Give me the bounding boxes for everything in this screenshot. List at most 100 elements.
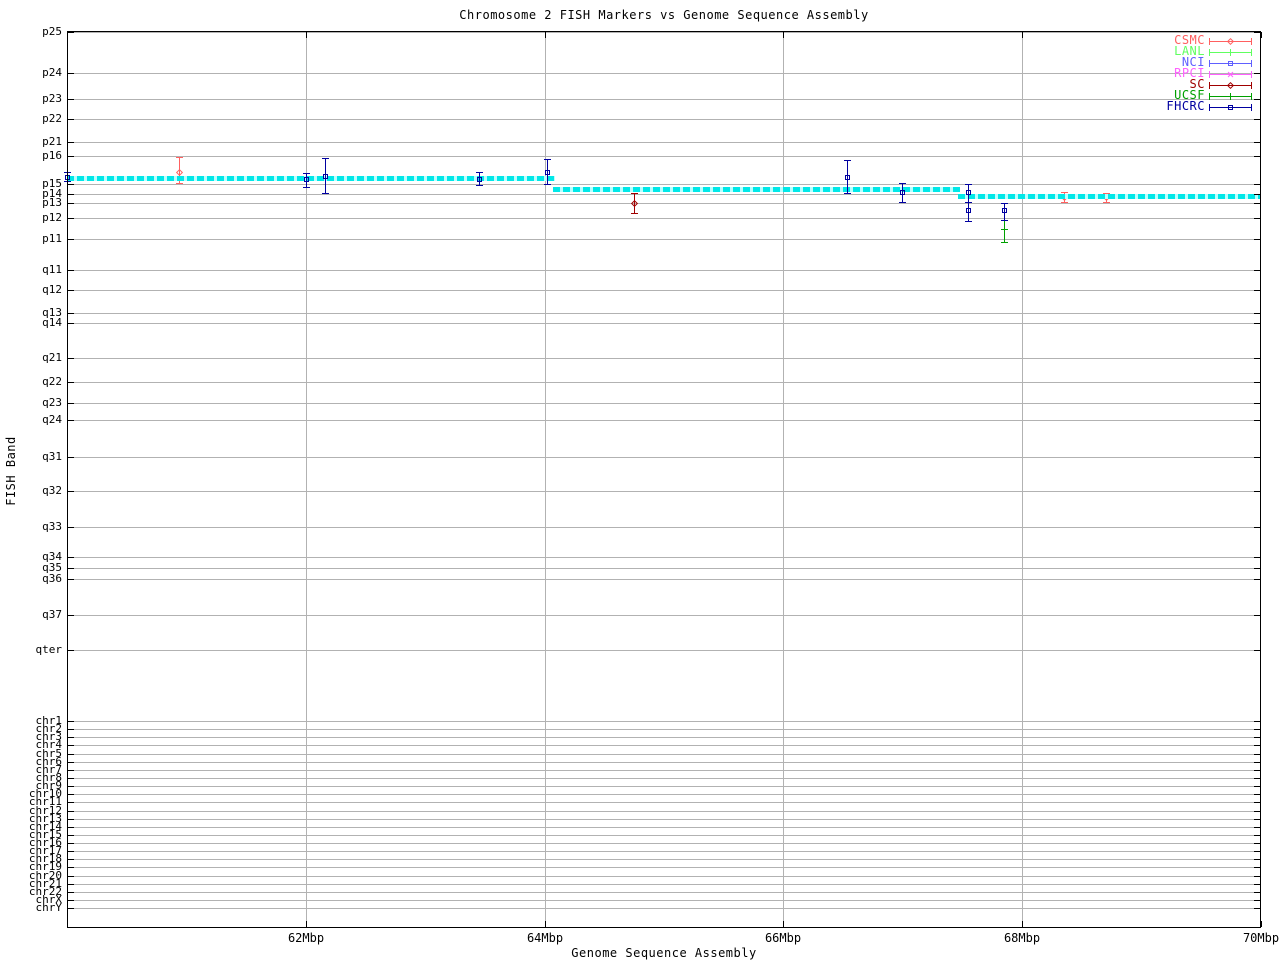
y-axis-tick-right xyxy=(1254,457,1260,458)
ytick-label-q11: q11 xyxy=(42,263,62,276)
ytick-label-p16: p16 xyxy=(42,149,62,162)
legend-sample-cap-right-UCSF xyxy=(1251,93,1252,100)
y-axis-tick-left xyxy=(68,403,74,404)
y-axis-tick-left xyxy=(68,420,74,421)
ytick-label-p25: p25 xyxy=(42,25,62,38)
x-axis-tick-bottom xyxy=(545,921,546,927)
y-axis-tick-right xyxy=(1254,811,1260,812)
y-axis-tick-left xyxy=(68,900,74,901)
ytick-label-q23: q23 xyxy=(42,396,62,409)
xtick-label-68Mbp: 68Mbp xyxy=(1003,931,1041,945)
y-axis-tick-left xyxy=(68,770,74,771)
y-axis-tick-left xyxy=(68,802,74,803)
y-axis-tick-left xyxy=(68,786,74,787)
y-axis-tick-left xyxy=(68,650,74,651)
y-axis-tick-right xyxy=(1254,568,1260,569)
xtick-label-70Mbp: 70Mbp xyxy=(1242,931,1280,945)
y-axis-tick-right xyxy=(1254,867,1260,868)
y-axis-tick-left xyxy=(68,867,74,868)
chart-title: Chromosome 2 FISH Markers vs Genome Sequ… xyxy=(459,8,869,22)
x-axis-tick-top xyxy=(1261,32,1262,38)
y-axis-tick-right xyxy=(1254,786,1260,787)
y-axis-tick-right xyxy=(1254,721,1260,722)
x-axis-tick-bottom xyxy=(1022,921,1023,927)
ytick-label-q33: q33 xyxy=(42,520,62,533)
y-axis-tick-right xyxy=(1254,218,1260,219)
y-axis-tick-right xyxy=(1254,737,1260,738)
y-axis-tick-right xyxy=(1254,827,1260,828)
marker-square xyxy=(1228,61,1233,66)
y-axis-tick-left xyxy=(68,778,74,779)
y-axis-tick-left xyxy=(68,73,74,74)
y-axis-tick-right xyxy=(1254,754,1260,755)
y-axis-tick-left xyxy=(68,194,74,195)
legend-sample-cap-right-SC xyxy=(1251,82,1252,89)
y-axis-tick-right xyxy=(1254,270,1260,271)
ytick-label-q22: q22 xyxy=(42,375,62,388)
y-axis-tick-right xyxy=(1254,729,1260,730)
y-axis-tick-right xyxy=(1254,835,1260,836)
y-axis-tick-right xyxy=(1254,579,1260,580)
y-axis-tick-right xyxy=(1254,156,1260,157)
ytick-label-p21: p21 xyxy=(42,135,62,148)
y-axis-tick-right xyxy=(1254,876,1260,877)
y-axis-tick-left xyxy=(68,270,74,271)
y-axis-tick-right xyxy=(1254,420,1260,421)
y-axis-tick-right xyxy=(1254,73,1260,74)
ytick-label-q36: q36 xyxy=(42,572,62,585)
xtick-label-62Mbp: 62Mbp xyxy=(287,931,325,945)
y-axis-tick-left xyxy=(68,843,74,844)
marker-square xyxy=(1228,105,1233,110)
y-axis-tick-left xyxy=(68,754,74,755)
y-axis-tick-right xyxy=(1254,203,1260,204)
x-axis-tick-top xyxy=(306,32,307,38)
y-axis-tick-left xyxy=(68,819,74,820)
y-axis-tick-right xyxy=(1254,194,1260,195)
legend-sample-cap-right-RPCI xyxy=(1251,71,1252,78)
y-axis-tick-right xyxy=(1254,32,1260,33)
x-axis-tick-bottom xyxy=(306,921,307,927)
y-axis-tick-left xyxy=(68,876,74,877)
y-axis-tick-right xyxy=(1254,650,1260,651)
x-axis-tick-top xyxy=(545,32,546,38)
x-axis-tick-top xyxy=(1022,32,1023,38)
ytick-label-q31: q31 xyxy=(42,450,62,463)
ytick-label-p12: p12 xyxy=(42,211,62,224)
legend-sample-cap-left-CSMC xyxy=(1209,38,1210,45)
y-axis-tick-right xyxy=(1254,892,1260,893)
y-axis-tick-left xyxy=(68,557,74,558)
y-axis-tick-right xyxy=(1254,802,1260,803)
y-axis-tick-left xyxy=(68,290,74,291)
ytick-label-p11: p11 xyxy=(42,232,62,245)
y-axis-tick-right xyxy=(1254,142,1260,143)
y-axis-tick-right xyxy=(1254,527,1260,528)
xtick-label-64Mbp: 64Mbp xyxy=(526,931,564,945)
legend-sample-cap-right-NCI xyxy=(1251,60,1252,67)
y-axis-tick-left xyxy=(68,184,74,185)
y-axis-tick-left xyxy=(68,827,74,828)
fish-marker-chart-screen: Chromosome 2 FISH Markers vs Genome Sequ… xyxy=(0,0,1280,960)
y-axis-tick-right xyxy=(1254,770,1260,771)
y-axis-tick-left xyxy=(68,615,74,616)
legend-sample-cap-right-FHCRC xyxy=(1251,104,1252,111)
marker-plus-h xyxy=(1227,96,1234,97)
y-axis-tick-right xyxy=(1254,859,1260,860)
ytick-label-q24: q24 xyxy=(42,413,62,426)
legend-sample-cap-right-CSMC xyxy=(1251,38,1252,45)
y-axis-tick-left xyxy=(68,884,74,885)
y-axis-tick-left xyxy=(68,382,74,383)
legend-label-FHCRC: FHCRC xyxy=(1166,99,1205,113)
y-axis-tick-left xyxy=(68,99,74,100)
y-axis-tick-right xyxy=(1254,745,1260,746)
y-axis-tick-right xyxy=(1254,382,1260,383)
y-axis-tick-left xyxy=(68,737,74,738)
y-axis-tick-right xyxy=(1254,778,1260,779)
y-axis-tick-left xyxy=(68,142,74,143)
y-axis-tick-left xyxy=(68,218,74,219)
y-axis-tick-left xyxy=(68,568,74,569)
y-axis-tick-left xyxy=(68,358,74,359)
y-axis-tick-right xyxy=(1254,290,1260,291)
x-axis-tick-bottom xyxy=(783,921,784,927)
ytick-label-q14: q14 xyxy=(42,316,62,329)
legend-sample-cap-left-LANL xyxy=(1209,49,1210,56)
